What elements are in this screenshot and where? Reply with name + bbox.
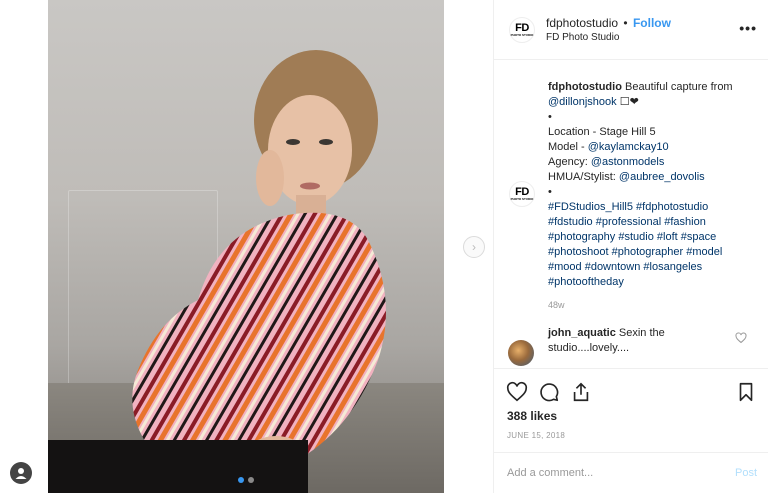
- more-options-icon[interactable]: •••: [739, 20, 757, 36]
- hashtag-link[interactable]: #fdstudio: [548, 216, 593, 228]
- hashtag-link[interactable]: #photoshoot: [548, 246, 609, 258]
- header-separator: •: [623, 16, 628, 30]
- caption-time-ago[interactable]: 48w: [548, 300, 565, 310]
- model-figure-image: [48, 50, 386, 493]
- next-photo-chevron-icon[interactable]: ›: [463, 236, 485, 258]
- comment-body-line2: studio....lovely....: [548, 342, 630, 354]
- caption-username-link[interactable]: fdphotostudio: [548, 81, 622, 93]
- comment-body-line1: Sexin the: [618, 327, 665, 339]
- caption-emoji: ☐❤: [619, 96, 639, 108]
- carousel-dots: [238, 477, 254, 483]
- hashtag-link[interactable]: #space: [681, 231, 716, 243]
- caption-bullet: •: [548, 186, 552, 198]
- fd-logo-avatar[interactable]: FD PHOTO STUDIO: [509, 17, 535, 43]
- post-details-panel: FD PHOTO STUDIO fdphotostudio • Follow F…: [493, 0, 768, 493]
- caption-location: Location - Stage Hill 5: [548, 126, 656, 138]
- post-photo[interactable]: [48, 0, 444, 493]
- post-actions: 388 likes JUNE 15, 2018: [494, 368, 768, 458]
- comment-bubble-icon[interactable]: [538, 381, 560, 403]
- add-comment-bar: Add a comment... Post: [494, 452, 768, 493]
- agency-mention-link[interactable]: @astonmodels: [591, 156, 665, 168]
- caption-intro: Beautiful capture from: [624, 81, 733, 93]
- comment-username-link[interactable]: john_aquatic: [548, 327, 616, 339]
- header-display-name: FD Photo Studio: [546, 32, 620, 43]
- post-date: JUNE 15, 2018: [507, 431, 566, 440]
- add-comment-input[interactable]: Add a comment...: [507, 467, 593, 479]
- commenter-avatar[interactable]: [508, 340, 534, 366]
- caption-fd-logo-avatar[interactable]: FD PHOTO STUDIO: [509, 181, 535, 207]
- hashtag-link[interactable]: #fashion: [664, 216, 706, 228]
- profile-avatar-icon[interactable]: [10, 462, 32, 484]
- save-bookmark-icon[interactable]: [735, 381, 757, 403]
- comment-like-heart-icon[interactable]: [735, 332, 747, 344]
- hashtag-link[interactable]: #photographer: [612, 246, 684, 258]
- post-caption: fdphotostudio Beautiful capture from @di…: [494, 60, 768, 310]
- hmua-mention-link[interactable]: @aubree_dovolis: [619, 171, 705, 183]
- like-heart-icon[interactable]: [506, 381, 528, 403]
- hashtag-link[interactable]: #fdphotostudio: [636, 201, 708, 213]
- header-user-line: fdphotostudio • Follow: [546, 16, 671, 30]
- likes-count[interactable]: 388 likes: [507, 409, 557, 423]
- caption-model-label: Model -: [548, 141, 588, 153]
- caption-hmua-label: HMUA/Stylist:: [548, 171, 619, 183]
- hashtag-link[interactable]: #professional: [596, 216, 661, 228]
- caption-agency-label: Agency:: [548, 156, 591, 168]
- caption-bullet: •: [548, 111, 552, 123]
- hashtag-link[interactable]: #losangeles: [643, 261, 702, 273]
- model-mention-link[interactable]: @kaylamckay10: [588, 141, 669, 153]
- hashtag-link[interactable]: #photography: [548, 231, 615, 243]
- hashtag-link[interactable]: #loft: [657, 231, 678, 243]
- photographer-mention-link[interactable]: @dillonjshook: [548, 96, 617, 108]
- logo-text: FD: [515, 22, 529, 34]
- comment-text: john_aquatic Sexin the studio....lovely.…: [548, 326, 718, 356]
- caption-text: fdphotostudio Beautiful capture from @di…: [548, 80, 758, 290]
- post-comment-button[interactable]: Post: [735, 467, 757, 479]
- post-header: FD PHOTO STUDIO fdphotostudio • Follow F…: [494, 0, 768, 60]
- header-username-link[interactable]: fdphotostudio: [546, 16, 618, 30]
- carousel-dot-active[interactable]: [238, 477, 244, 483]
- carousel-dot[interactable]: [248, 477, 254, 483]
- logo-text: FD: [515, 186, 529, 198]
- logo-subtext: PHOTO STUDIO: [510, 33, 534, 37]
- hashtag-link[interactable]: #FDStudios_Hill5: [548, 201, 633, 213]
- hashtag-link[interactable]: #downtown: [585, 261, 641, 273]
- hashtag-link[interactable]: #studio: [618, 231, 653, 243]
- hashtag-link[interactable]: #model: [686, 246, 722, 258]
- hashtag-link[interactable]: #photooftheday: [548, 276, 624, 288]
- hashtag-link[interactable]: #mood: [548, 261, 582, 273]
- comment-item: john_aquatic Sexin the studio....lovely.…: [494, 320, 768, 370]
- follow-button[interactable]: Follow: [633, 16, 671, 30]
- instagram-post-view: › FD PHOTO STUDIO fdphotostudio • Follow…: [0, 0, 768, 493]
- logo-subtext: PHOTO STUDIO: [510, 197, 534, 201]
- share-upload-icon[interactable]: [570, 381, 592, 403]
